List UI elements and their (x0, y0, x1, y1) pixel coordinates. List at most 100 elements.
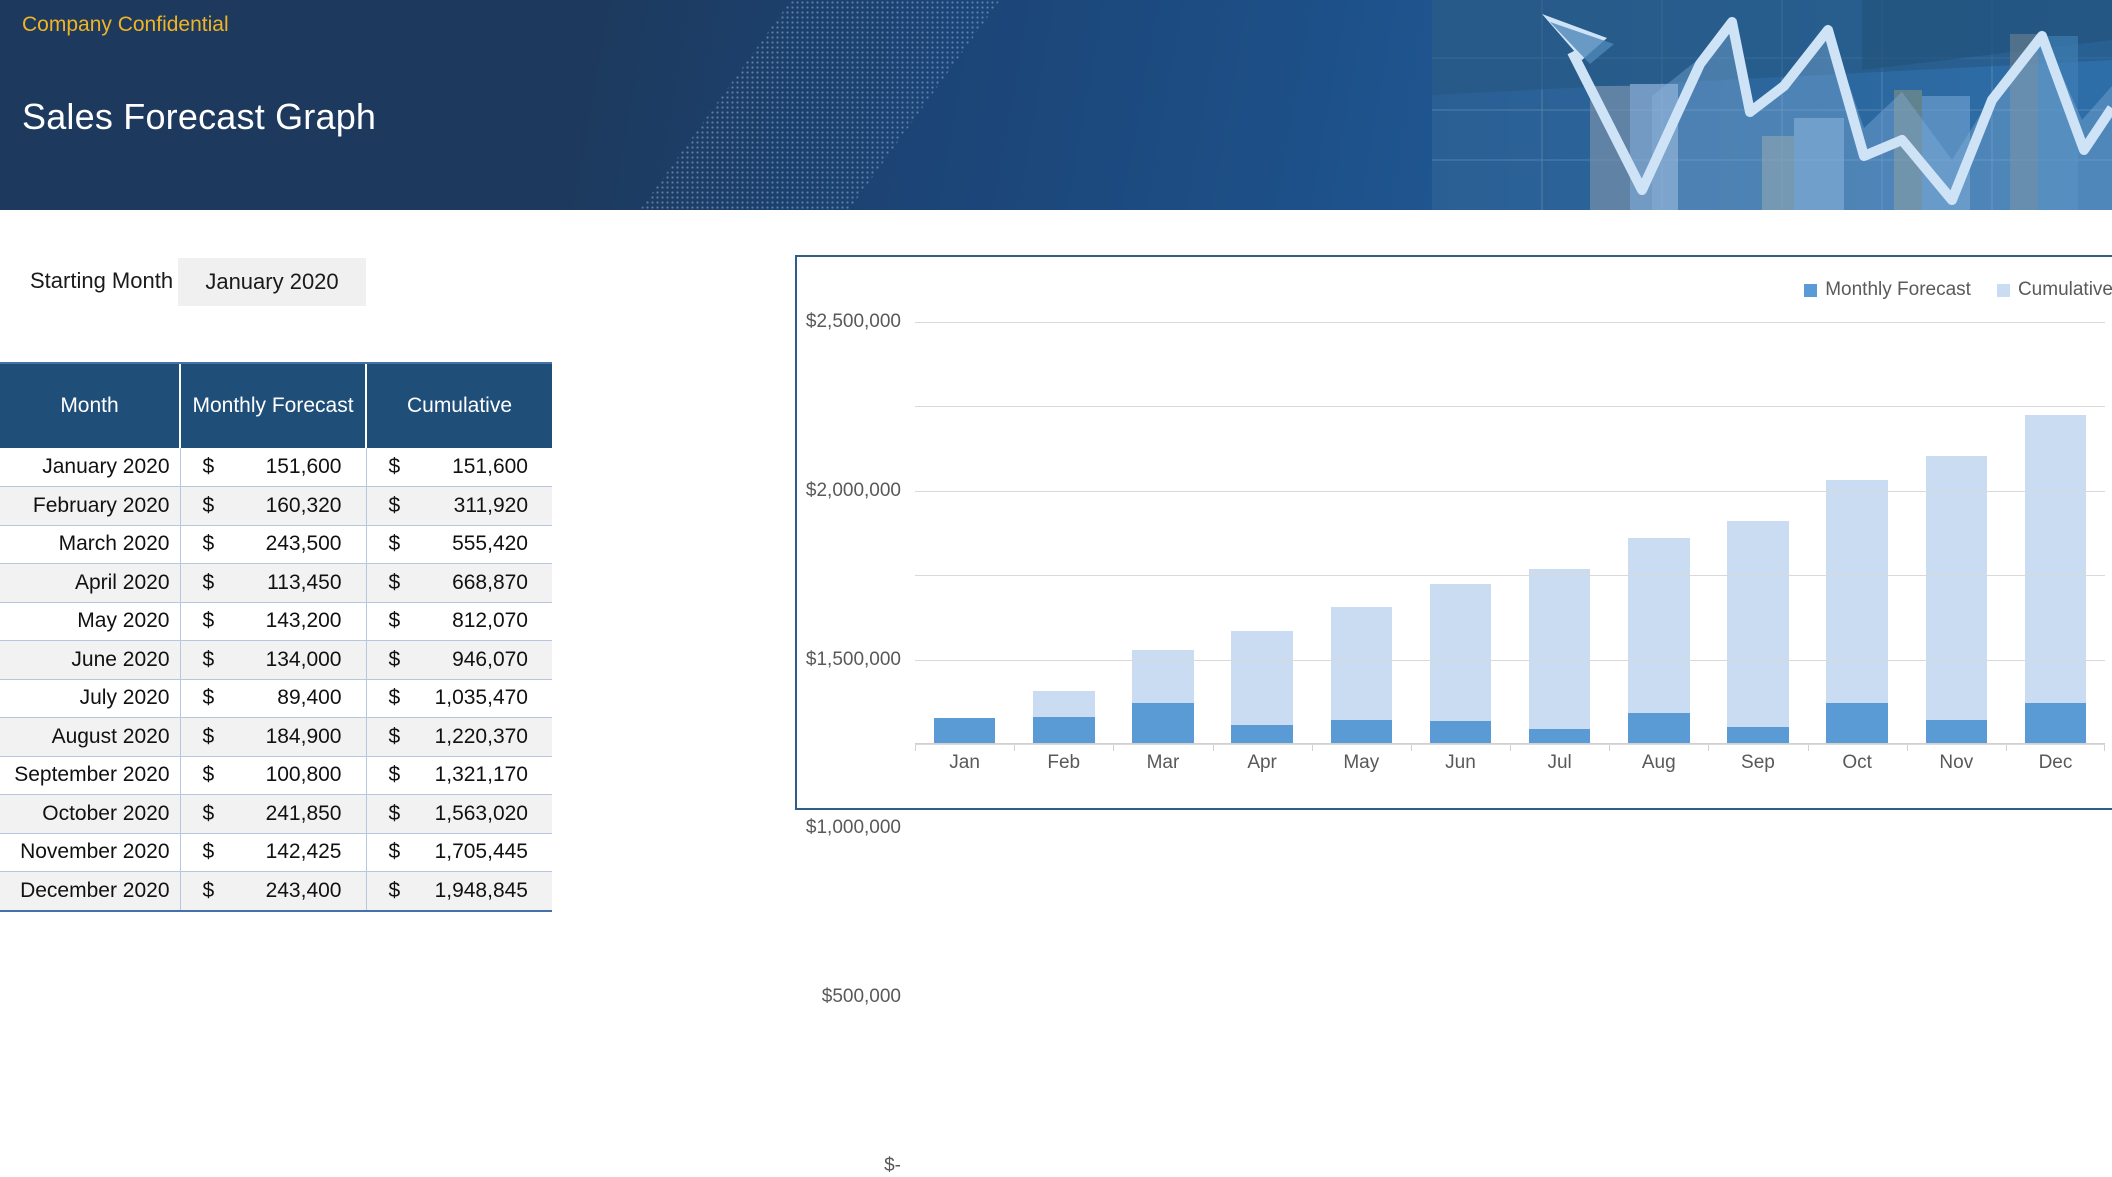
chart-y-axis-tick: $1,000,000 (806, 817, 915, 839)
currency-symbol: $ (203, 571, 215, 595)
cell-cumulative-value: 1,035,470 (435, 686, 528, 710)
chart-legend: Monthly Forecast Cumulative (1804, 279, 2112, 301)
chart-bar-segment-monthly-forecast (1926, 720, 1987, 744)
chart-x-axis-tick: Jan (915, 752, 1014, 774)
chart-x-axis-tick: Oct (1808, 752, 1907, 774)
chart-bar-segment-cumulative (1727, 521, 1788, 727)
table-row[interactable]: April 2020$113,450$668,870 (0, 564, 552, 603)
chart-bars (915, 322, 2105, 744)
chart-bar[interactable] (1430, 584, 1491, 744)
cell-cumulative-value: 1,220,370 (435, 725, 528, 749)
legend-label: Cumulative (2018, 279, 2112, 301)
table-row[interactable]: August 2020$184,900$1,220,370 (0, 718, 552, 757)
cell-month: October 2020 (0, 795, 180, 834)
chart-bar[interactable] (2025, 415, 2086, 744)
starting-month-input[interactable]: January 2020 (178, 258, 366, 306)
chart-bar-slot (1213, 322, 1312, 744)
chart-gridline: $- (915, 744, 2105, 745)
table-row[interactable]: December 2020$243,400$1,948,845 (0, 872, 552, 911)
chart-bar[interactable] (1926, 456, 1987, 744)
cell-monthly-forecast-value: 113,450 (267, 571, 341, 595)
currency-symbol: $ (203, 686, 215, 710)
currency-symbol: $ (203, 725, 215, 749)
chart-bar-slot (2006, 322, 2105, 744)
page-title: Sales Forecast Graph (22, 96, 376, 138)
chart-bar-segment-cumulative (1331, 607, 1392, 720)
chart-bar-slot (1014, 322, 1113, 744)
cell-cumulative-value: 1,321,170 (435, 763, 528, 787)
chart-x-axis-labels: JanFebMarAprMayJunJulAugSepOctNovDec (915, 752, 2105, 774)
chart-bar[interactable] (1628, 538, 1689, 744)
chart-bar-slot (1708, 322, 1807, 744)
cell-monthly-forecast: $134,000 (180, 641, 366, 680)
table-row[interactable]: June 2020$134,000$946,070 (0, 641, 552, 680)
cell-month: April 2020 (0, 564, 180, 603)
currency-symbol: $ (389, 802, 401, 826)
chart-x-axis-tick: Aug (1609, 752, 1708, 774)
chart-y-axis-tick: $- (884, 1155, 915, 1177)
chart-bar-segment-cumulative (1132, 650, 1193, 703)
chart-bar[interactable] (1231, 631, 1292, 744)
chart-bar-segment-cumulative (1926, 456, 1987, 720)
cell-month: February 2020 (0, 487, 180, 526)
cell-monthly-forecast: $100,800 (180, 756, 366, 795)
cell-month: May 2020 (0, 602, 180, 641)
cell-cumulative: $1,705,445 (366, 833, 552, 872)
chart-bar-segment-monthly-forecast (1826, 703, 1887, 744)
table-row[interactable]: January 2020$151,600$151,600 (0, 448, 552, 487)
currency-symbol: $ (389, 840, 401, 864)
table-row[interactable]: July 2020$89,400$1,035,470 (0, 679, 552, 718)
cell-monthly-forecast-value: 100,800 (266, 763, 342, 787)
chart-bar[interactable] (1727, 521, 1788, 744)
cell-cumulative-value: 812,070 (452, 609, 528, 633)
cell-cumulative: $668,870 (366, 564, 552, 603)
chart-bar-segment-monthly-forecast (1132, 703, 1193, 744)
cell-cumulative: $1,220,370 (366, 718, 552, 757)
chart-bar[interactable] (1132, 650, 1193, 744)
chart-legend-item[interactable]: Cumulative (1997, 279, 2112, 301)
chart-bar-segment-monthly-forecast (2025, 703, 2086, 744)
chart-bar[interactable] (1033, 691, 1094, 744)
cell-monthly-forecast-value: 143,200 (266, 609, 342, 633)
starting-month-row: Starting Month January 2020 (0, 258, 560, 306)
table-row[interactable]: September 2020$100,800$1,321,170 (0, 756, 552, 795)
chart-gridline: $1,000,000 (915, 575, 2105, 576)
cell-monthly-forecast: $143,200 (180, 602, 366, 641)
chart-y-axis-tick: $500,000 (822, 986, 915, 1008)
starting-month-label: Starting Month (30, 268, 173, 294)
chart-legend-item[interactable]: Monthly Forecast (1804, 279, 1971, 301)
table-header: Month Monthly Forecast Cumulative (0, 364, 552, 448)
cell-cumulative: $946,070 (366, 641, 552, 680)
forecast-table-container: Month Monthly Forecast Cumulative Januar… (0, 362, 552, 912)
chart-x-axis-tick: Dec (2006, 752, 2105, 774)
cell-cumulative-value: 1,948,845 (435, 879, 528, 903)
chart-bar[interactable] (1826, 480, 1887, 744)
table-row[interactable]: November 2020$142,425$1,705,445 (0, 833, 552, 872)
table-row[interactable]: March 2020$243,500$555,420 (0, 525, 552, 564)
cell-month: December 2020 (0, 872, 180, 911)
currency-symbol: $ (203, 802, 215, 826)
cell-cumulative: $1,948,845 (366, 872, 552, 911)
chart-bar-slot (1808, 322, 1907, 744)
chart-bar[interactable] (1331, 607, 1392, 744)
chart-x-axis-tick: Apr (1213, 752, 1312, 774)
column-header-monthly-forecast: Monthly Forecast (180, 364, 366, 448)
legend-swatch-icon (1804, 284, 1817, 297)
cell-cumulative: $151,600 (366, 448, 552, 487)
forecast-table: Month Monthly Forecast Cumulative Januar… (0, 364, 552, 910)
table-row[interactable]: May 2020$143,200$812,070 (0, 602, 552, 641)
table-row[interactable]: October 2020$241,850$1,563,020 (0, 795, 552, 834)
chart-plot-area: $2,500,000$2,000,000$1,500,000$1,000,000… (915, 322, 2105, 744)
currency-symbol: $ (203, 609, 215, 633)
chart-bar-segment-cumulative (1529, 569, 1590, 729)
chart-bar[interactable] (934, 718, 995, 744)
cell-cumulative-value: 555,420 (452, 532, 528, 556)
chart-bar[interactable] (1529, 569, 1590, 744)
chart-x-axis-tick: Jun (1411, 752, 1510, 774)
cell-monthly-forecast: $241,850 (180, 795, 366, 834)
cell-monthly-forecast: $113,450 (180, 564, 366, 603)
cell-monthly-forecast-value: 134,000 (266, 648, 342, 672)
currency-symbol: $ (203, 455, 215, 479)
table-row[interactable]: February 2020$160,320$311,920 (0, 487, 552, 526)
chart-bar-segment-cumulative (1826, 480, 1887, 703)
